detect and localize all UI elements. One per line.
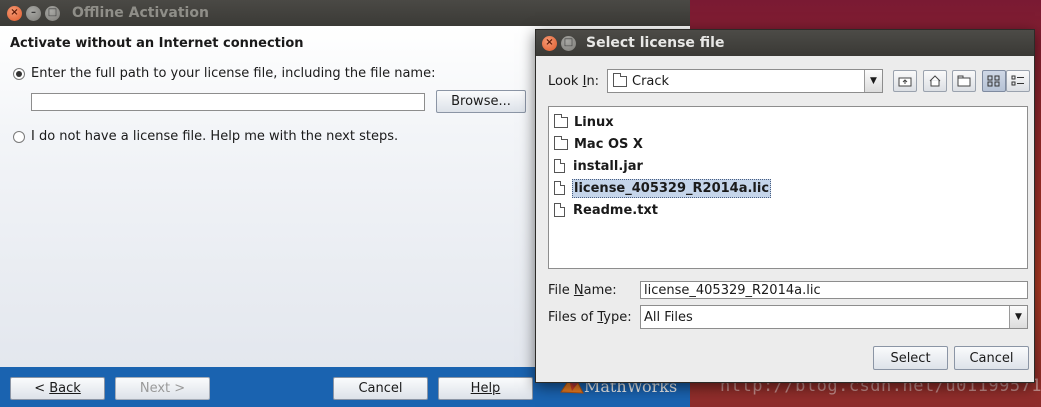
- help-button[interactable]: Help: [438, 377, 533, 400]
- list-item[interactable]: install.jar: [552, 155, 1024, 177]
- help-label: Help: [470, 381, 501, 396]
- license-path-label: Enter the full path to your license file…: [31, 66, 436, 81]
- close-icon[interactable]: ×: [7, 5, 22, 21]
- file-name: license_405329_R2014a.lic: [572, 178, 772, 198]
- maximize-icon[interactable]: □: [561, 35, 576, 51]
- file-icon: [554, 181, 565, 195]
- new-folder-icon: [957, 75, 971, 87]
- no-license-label: I do not have a license file. Help me wi…: [31, 129, 399, 144]
- folder-icon: [554, 113, 568, 128]
- look-in-value: Crack: [632, 73, 670, 89]
- dialog-cancel-button[interactable]: Cancel: [954, 346, 1029, 370]
- list-item[interactable]: Linux: [552, 111, 1024, 133]
- back-button[interactable]: < Back: [10, 377, 105, 400]
- next-button[interactable]: Next >: [115, 377, 210, 400]
- back-label: Back: [49, 381, 81, 396]
- dialog-titlebar: × □ Select license file: [536, 30, 1034, 56]
- file-name-field[interactable]: license_405329_R2014a.lic: [640, 281, 1028, 299]
- file-list[interactable]: Linux Mac OS X install.jar license_40532…: [548, 106, 1028, 269]
- no-license-option[interactable]: I do not have a license file. Help me wi…: [13, 129, 398, 144]
- window-title: Offline Activation: [72, 5, 209, 21]
- minimize-icon[interactable]: –: [26, 5, 41, 21]
- select-license-dialog: × □ Select license file Look In: Crack ▼…: [535, 29, 1035, 383]
- new-folder-button[interactable]: [952, 70, 976, 92]
- list-item[interactable]: Readme.txt: [552, 199, 1024, 221]
- select-button[interactable]: Select: [873, 346, 948, 370]
- files-of-type-label: Files of Type:: [548, 310, 632, 325]
- look-in-select[interactable]: Crack ▼: [607, 69, 883, 93]
- home-button[interactable]: [923, 70, 947, 92]
- folder-icon: [613, 72, 627, 87]
- file-icon: [554, 159, 565, 173]
- file-icon: [554, 203, 565, 217]
- browse-button[interactable]: Browse...: [436, 90, 526, 113]
- maximize-icon[interactable]: □: [45, 5, 60, 21]
- window-titlebar: × – □ Offline Activation: [0, 0, 690, 26]
- list-view-button[interactable]: [982, 70, 1006, 92]
- cancel-button[interactable]: Cancel: [333, 377, 428, 400]
- list-item[interactable]: Mac OS X: [552, 133, 1024, 155]
- files-of-type-value: All Files: [644, 309, 693, 325]
- folder-icon: [554, 135, 568, 150]
- close-icon[interactable]: ×: [542, 35, 557, 51]
- files-of-type-select[interactable]: All Files ▼: [640, 305, 1028, 329]
- back-arrow: <: [34, 381, 50, 396]
- up-folder-button[interactable]: [893, 70, 917, 92]
- license-path-radio[interactable]: [13, 67, 25, 80]
- details-view-icon: [1011, 75, 1024, 86]
- look-in-label: Look In:: [548, 74, 600, 89]
- file-name: install.jar: [573, 158, 643, 174]
- file-name: Readme.txt: [573, 202, 659, 218]
- home-icon: [929, 75, 941, 87]
- license-path-input[interactable]: [31, 93, 425, 111]
- chevron-down-icon[interactable]: ▼: [1009, 306, 1027, 328]
- page-heading: Activate without an Internet connection: [10, 36, 304, 51]
- file-name: Linux: [574, 114, 614, 130]
- up-folder-icon: [898, 77, 912, 87]
- dialog-title: Select license file: [586, 35, 725, 51]
- list-view-icon: [987, 75, 1000, 87]
- details-view-button[interactable]: [1006, 70, 1030, 92]
- no-license-radio[interactable]: [13, 130, 25, 143]
- file-name-label: File Name:: [548, 283, 617, 298]
- chevron-down-icon[interactable]: ▼: [864, 70, 882, 92]
- file-name: Mac OS X: [574, 136, 643, 152]
- license-path-option[interactable]: Enter the full path to your license file…: [13, 66, 435, 81]
- list-item-selected[interactable]: license_405329_R2014a.lic: [552, 177, 1024, 199]
